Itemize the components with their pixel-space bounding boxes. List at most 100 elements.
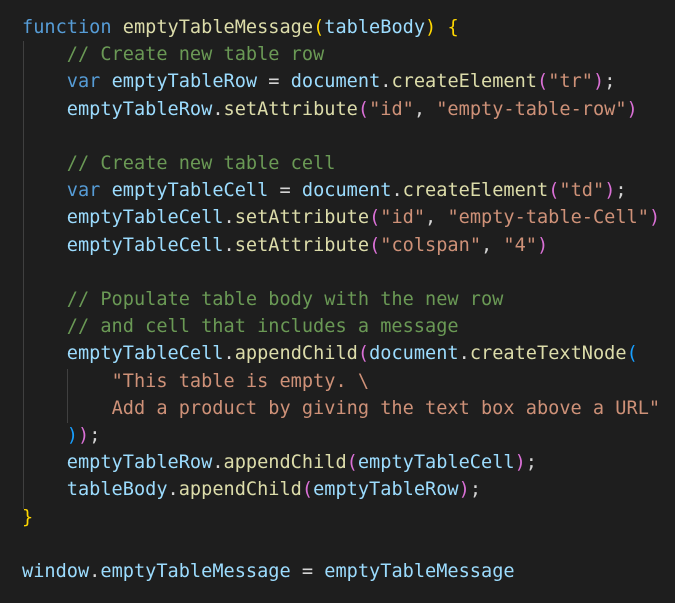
code-token: "td" bbox=[559, 180, 605, 202]
code-line-18[interactable]: tableBody.appendChild(emptyTableRow); bbox=[22, 476, 481, 503]
code-token: . bbox=[212, 98, 224, 120]
code-token: createElement bbox=[391, 71, 537, 93]
code-token: ) bbox=[648, 207, 661, 229]
code-token: // Populate table body with the new row bbox=[66, 289, 504, 310]
code-token: . bbox=[223, 207, 235, 229]
code-token: , bbox=[425, 207, 448, 229]
code-token: = bbox=[290, 561, 325, 582]
code-token: ) bbox=[514, 452, 526, 474]
code-line-19[interactable]: } bbox=[22, 504, 33, 531]
code-token: ( bbox=[548, 180, 560, 202]
code-token: . bbox=[391, 180, 403, 202]
code-token: "colspan" bbox=[380, 234, 482, 256]
code-line-11[interactable]: // Populate table body with the new row bbox=[22, 286, 504, 313]
code-token: createElement bbox=[402, 180, 549, 202]
code-token: emptyTableMessage bbox=[122, 17, 314, 38]
code-token: ( bbox=[626, 343, 638, 365]
code-token: // Create new table cell bbox=[66, 153, 336, 174]
code-token: = bbox=[268, 180, 302, 202]
code-token: setAttribute bbox=[234, 234, 370, 256]
code-line-15[interactable]: Add a product by giving the text box abo… bbox=[22, 395, 661, 422]
code-token: . bbox=[167, 479, 179, 501]
code-token: emptyTableMessage bbox=[100, 561, 291, 582]
code-token: ( bbox=[346, 452, 358, 474]
code-token: . bbox=[380, 71, 392, 93]
code-token: var bbox=[66, 71, 101, 93]
code-token: setAttribute bbox=[223, 98, 358, 120]
code-token: ) bbox=[626, 98, 638, 120]
code-token: emptyTableMessage bbox=[324, 561, 515, 582]
code-line-16[interactable]: )); bbox=[22, 422, 101, 449]
code-token: function bbox=[22, 17, 112, 38]
code-token: document bbox=[301, 180, 392, 202]
code-token: } bbox=[22, 506, 34, 528]
code-token: tableBody bbox=[66, 479, 168, 501]
code-token: window bbox=[22, 561, 90, 582]
code-token: emptyTableRow bbox=[313, 479, 459, 501]
code-token: "4" bbox=[503, 234, 537, 256]
code-line-14[interactable]: "This table is empty. \ bbox=[22, 368, 369, 395]
code-token: var bbox=[66, 180, 101, 202]
code-token: ( bbox=[313, 17, 325, 38]
code-token: "empty-table-Cell" bbox=[447, 207, 649, 229]
code-token: // Create new table row bbox=[66, 44, 325, 66]
code-token: document bbox=[290, 71, 381, 93]
code-line-9[interactable]: emptyTableCell.setAttribute("colspan", "… bbox=[22, 232, 548, 259]
code-token: ; bbox=[89, 425, 101, 446]
code-line-7[interactable]: var emptyTableCell = document.createElem… bbox=[22, 177, 627, 204]
code-line-8[interactable]: emptyTableCell.setAttribute("id", "empty… bbox=[22, 204, 660, 231]
code-token: "This table is empty. \ bbox=[111, 370, 370, 392]
code-line-13[interactable]: emptyTableCell.appendChild(document.crea… bbox=[22, 340, 638, 367]
code-token: emptyTableRow bbox=[66, 98, 213, 120]
code-token: . bbox=[89, 561, 101, 582]
code-line-12[interactable]: // and cell that includes a message bbox=[22, 313, 459, 340]
code-line-17[interactable]: emptyTableRow.appendChild(emptyTableCell… bbox=[22, 449, 537, 476]
code-token: emptyTableCell bbox=[66, 234, 224, 256]
code-token: { bbox=[447, 17, 459, 38]
code-token: ( bbox=[357, 98, 370, 120]
code-line-6[interactable]: // Create new table cell bbox=[22, 150, 336, 177]
code-token: . bbox=[212, 452, 224, 474]
code-token: emptyTableCell bbox=[66, 207, 224, 229]
code-token: tableBody bbox=[324, 17, 426, 38]
code-line-4[interactable]: emptyTableRow.setAttribute("id", "empty-… bbox=[22, 96, 638, 123]
code-line-21[interactable]: window.emptyTableMessage = emptyTableMes… bbox=[22, 558, 515, 585]
code-token: document bbox=[369, 343, 459, 365]
code-token: ; bbox=[525, 452, 537, 474]
code-token: ; bbox=[469, 479, 482, 501]
code-token: ) bbox=[537, 234, 549, 256]
code-token: ) bbox=[604, 180, 616, 202]
code-token: ) bbox=[425, 17, 437, 38]
code-token: emptyTableCell bbox=[357, 452, 515, 474]
code-line-3[interactable]: var emptyTableRow = document.createEleme… bbox=[22, 68, 616, 95]
code-line-1[interactable]: function emptyTableMessage(tableBody) { bbox=[22, 14, 459, 41]
code-token: emptyTableRow bbox=[66, 452, 213, 474]
code-token: // and cell that includes a message bbox=[66, 316, 459, 338]
code-token: = bbox=[257, 71, 291, 93]
code-token: ( bbox=[369, 207, 381, 229]
code-token: appendChild bbox=[234, 343, 358, 365]
code-token: ( bbox=[369, 234, 381, 256]
code-token: , bbox=[481, 234, 504, 256]
code-token: . bbox=[458, 343, 470, 365]
code-token: ) bbox=[592, 71, 605, 93]
code-token: "id" bbox=[380, 207, 426, 229]
code-token: emptyTableCell bbox=[66, 343, 224, 365]
code-line-2[interactable]: // Create new table row bbox=[22, 41, 324, 68]
code-editor[interactable]: function emptyTableMessage(tableBody) { … bbox=[0, 0, 675, 603]
